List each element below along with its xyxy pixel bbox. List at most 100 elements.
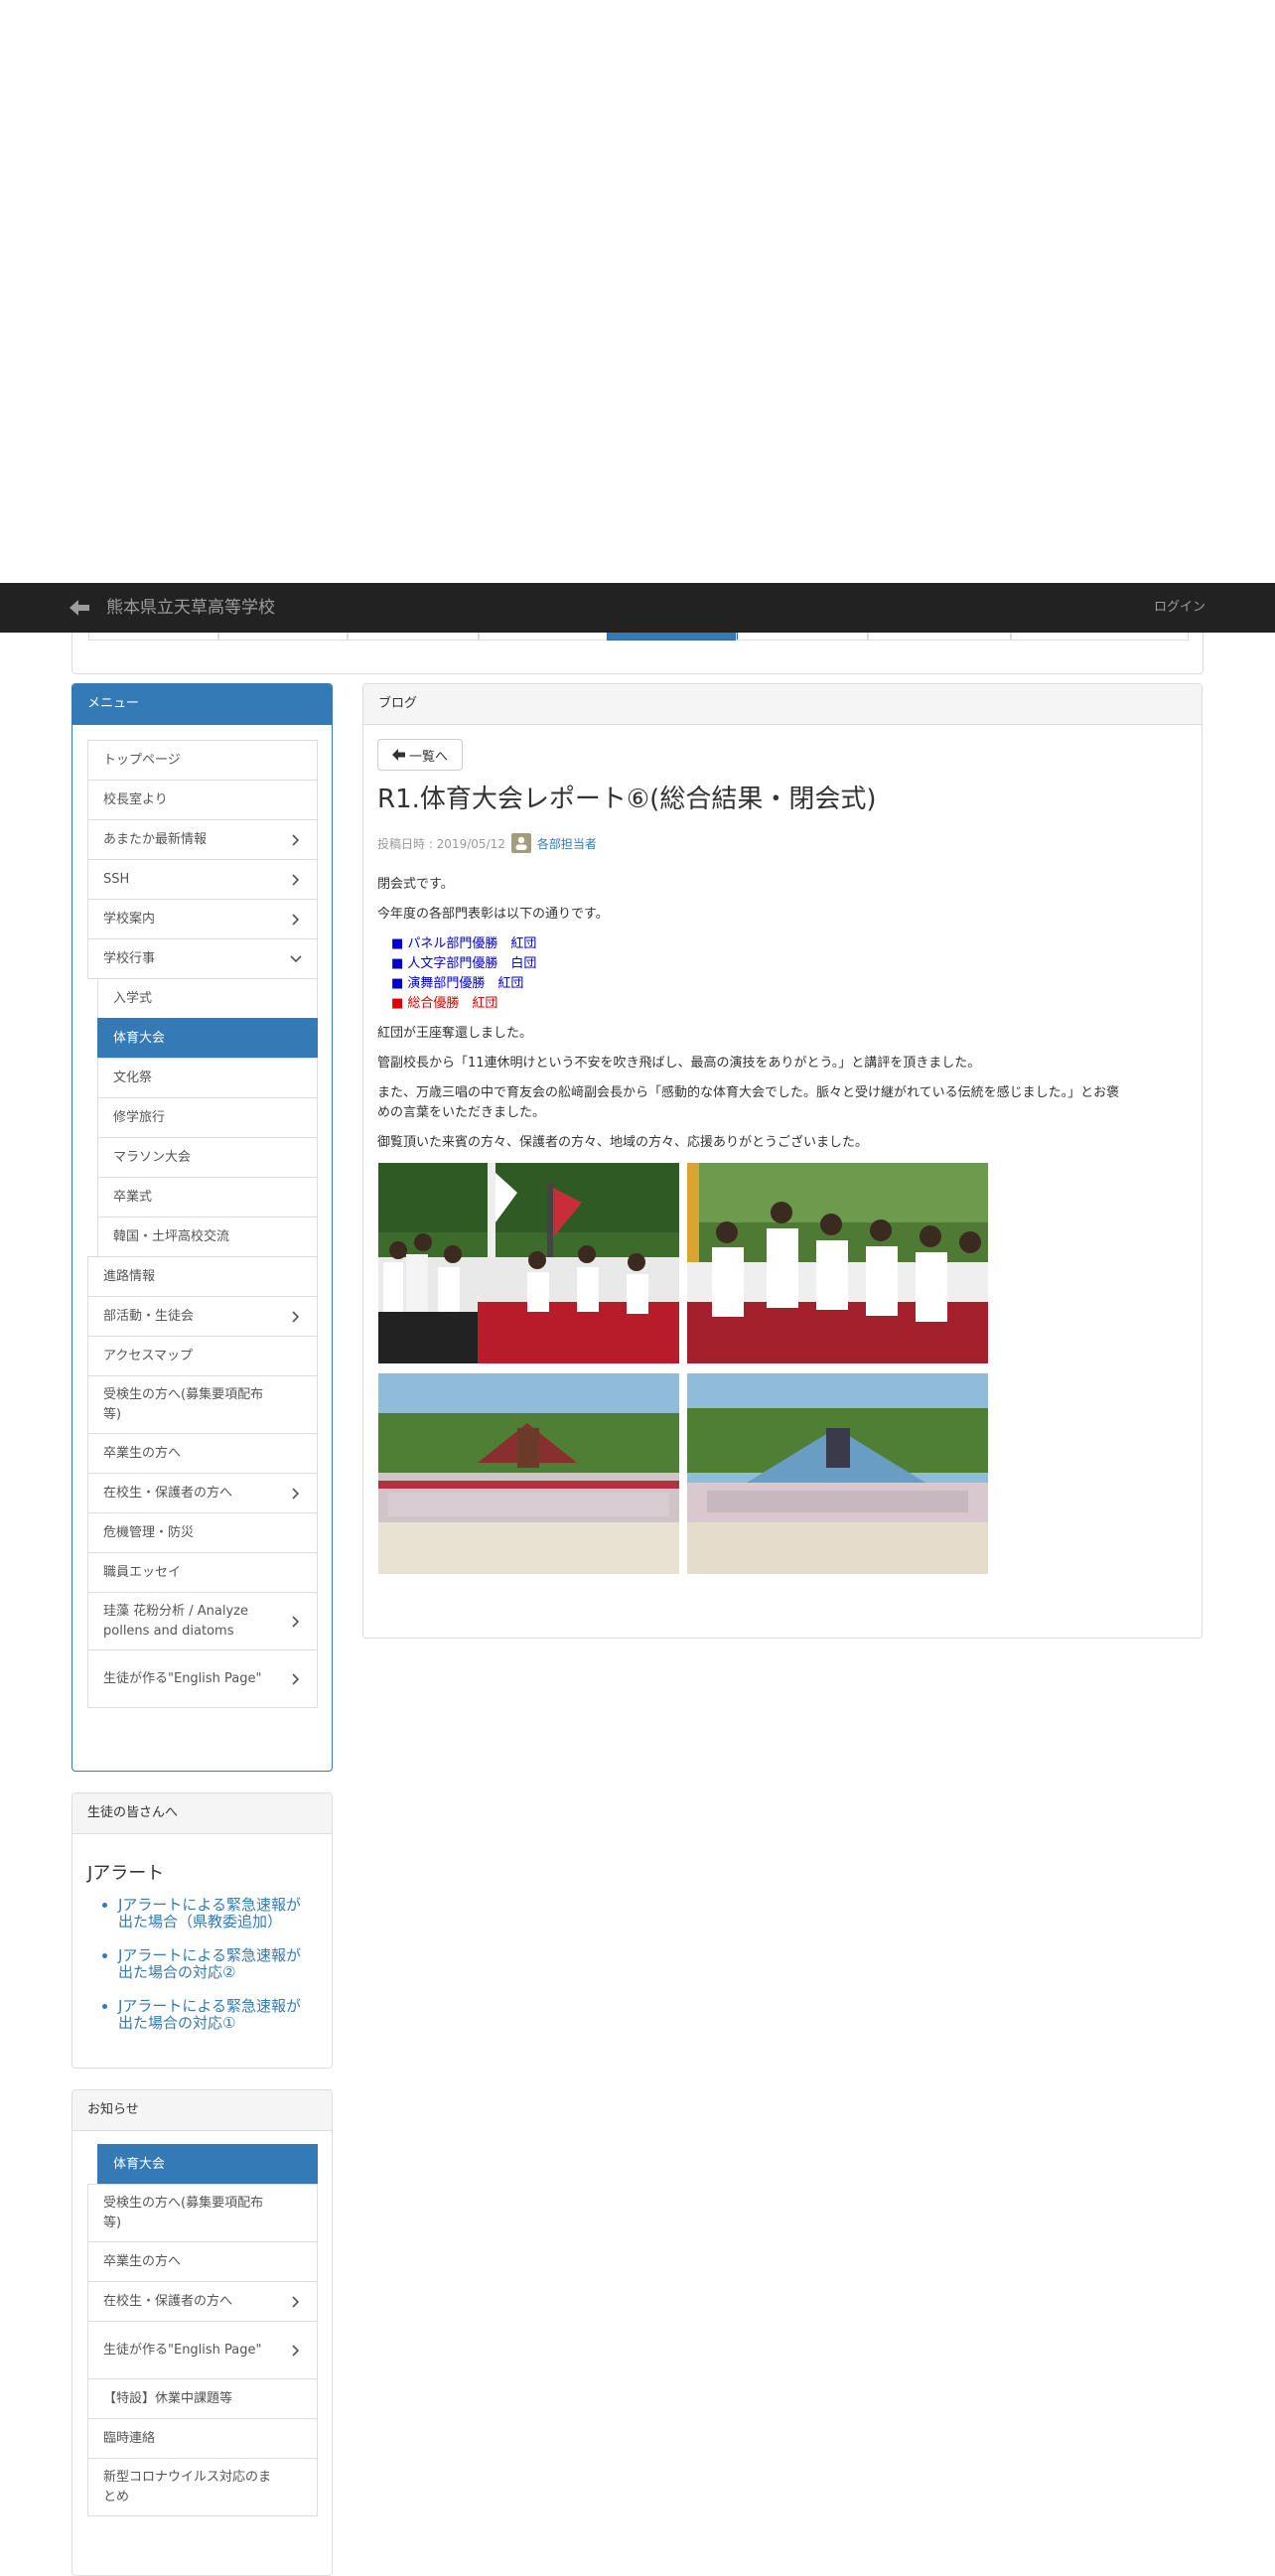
menu-item[interactable]: 韓国・土坪高校交流 — [97, 1216, 318, 1257]
menu-item-label: 韓国・土坪高校交流 — [113, 1228, 230, 1244]
back-to-list-button[interactable]: 一覧へ — [377, 739, 463, 771]
chevron-right-icon — [292, 873, 300, 886]
menu-item[interactable]: 珪藻 花粉分析 / Analyze pollens and diatoms — [87, 1592, 318, 1650]
author-link[interactable]: 各部担当者 — [537, 835, 597, 852]
menu-item-label: 入学式 — [113, 990, 153, 1006]
blog-paragraph: また、万歳三唱の中で育友会の舩﨑副会長から「感動的な体育大会でした。脈々と受け継… — [377, 1085, 1120, 1100]
site-title[interactable]: 熊本県立天草高等学校 — [106, 597, 275, 619]
j-alert-links: Jアラートによる緊急速報が出た場合（県教委追加） Jアラートによる緊急速報が出た… — [100, 1897, 309, 2049]
group-photo-2[interactable] — [687, 1373, 988, 1574]
menu-item[interactable]: 学校行事 — [87, 938, 318, 979]
news-panel: お知らせ 体育大会受検生の方へ(募集要項配布等) 卒業生の方へ在校生・保護者の方へ… — [71, 2089, 333, 2576]
menu-panel: メニュー トップページ校長室よりあまたか最新情報 SSH 学校案内学校行事入学式体育… — [71, 683, 333, 1772]
chevron-down-icon — [290, 954, 302, 962]
news-item[interactable]: 受検生の方へ(募集要項配布等) — [87, 2184, 318, 2242]
menu-item[interactable]: アクセスマップ — [87, 1336, 318, 1376]
news-item-label: 在校生・保護者の方へ — [103, 2293, 233, 2309]
menu-item-label: 進路情報 — [103, 1268, 156, 1284]
menu-item[interactable]: 文化祭 — [97, 1058, 318, 1098]
j-alert-link[interactable]: Jアラートによる緊急速報が出た場合（県教委追加） — [100, 1897, 309, 1931]
menu-item[interactable]: 体育大会 — [97, 1018, 318, 1059]
news-item[interactable]: 体育大会 — [97, 2144, 318, 2185]
group-photo-1[interactable] — [378, 1373, 679, 1574]
menu-item[interactable]: 在校生・保護者の方へ — [87, 1473, 318, 1513]
students-panel-heading: 生徒の皆さんへ — [72, 1793, 332, 1834]
back-arrow-icon[interactable] — [68, 597, 91, 619]
j-alert-link[interactable]: Jアラートによる緊急速報が出た場合の対応② — [100, 1947, 309, 1981]
menu-item[interactable]: 入学式 — [97, 978, 318, 1019]
news-item[interactable]: 新型コロナウイルス対応のまとめ — [87, 2458, 318, 2516]
posted-date: 投稿日時 : 2019/05/12 — [377, 836, 505, 851]
menu-item-label: 生徒が作る"English Page" — [103, 1670, 262, 1686]
news-item[interactable]: 臨時連絡 — [87, 2418, 318, 2459]
blog-paragraph: めの言葉をいただきました。 — [377, 1105, 546, 1120]
blog-paragraph: 紅団が王座奪還しました。 — [377, 1026, 533, 1041]
author-avatar-icon — [510, 833, 531, 853]
menu-item[interactable]: 受検生の方へ(募集要項配布等) — [87, 1375, 318, 1434]
students-panel: 生徒の皆さんへ Jアラート Jアラートによる緊急速報が出た場合（県教委追加） J… — [71, 1792, 333, 2069]
menu-item[interactable]: 進路情報 — [87, 1256, 318, 1297]
menu-item-label: 学校行事 — [103, 950, 156, 966]
chevron-right-icon — [292, 2344, 300, 2357]
menu-item-label: 文化祭 — [113, 1070, 153, 1085]
blog-title: R1.体育大会レポート⑥(総合結果・閉会式) — [377, 785, 877, 814]
menu-item-label: 修学旅行 — [113, 1109, 166, 1125]
chevron-right-icon — [292, 913, 300, 926]
news-panel-heading: お知らせ — [72, 2090, 332, 2131]
news-item-label: 【特設】休業中課題等 — [103, 2390, 233, 2406]
arrow-left-icon — [391, 749, 405, 761]
chevron-right-icon — [292, 833, 300, 846]
menu-item-label: マラソン大会 — [113, 1149, 192, 1165]
menu-item[interactable]: SSH — [87, 859, 318, 900]
menu-item[interactable]: あまたか最新情報 — [87, 819, 318, 860]
menu-item-label: トップページ — [103, 752, 181, 768]
news-item-label: 生徒が作る"English Page" — [103, 2342, 262, 2358]
red-team-photo[interactable] — [687, 1163, 988, 1363]
menu-item[interactable]: 部活動・生徒会 — [87, 1296, 318, 1337]
menu-item-label: 体育大会 — [113, 1030, 166, 1046]
menu-item[interactable]: 卒業式 — [97, 1177, 318, 1217]
news-item[interactable]: 【特設】休業中課題等 — [87, 2378, 318, 2419]
menu-item[interactable]: 校長室より — [87, 780, 318, 820]
menu-item-label: SSH — [103, 871, 130, 887]
j-alert-title: Jアラート — [87, 1863, 165, 1884]
menu-item[interactable]: 卒業生の方へ — [87, 1433, 318, 1474]
news-item-label: 体育大会 — [113, 2156, 166, 2172]
award-line: ■ 人文字部門優勝 白団 — [391, 956, 537, 971]
blog-paragraph: 今年度の各部門表彰は以下の通りです。 — [377, 907, 609, 922]
blog-paragraph: 管副校長から「11連休明けという不安を吹き飛ばし、最高の演技をありがとう。」と講… — [377, 1056, 981, 1071]
menu-item-label: 在校生・保護者の方へ — [103, 1485, 233, 1501]
news-item-label: 卒業生の方へ — [103, 2253, 182, 2269]
menu-item-label: 卒業生の方へ — [103, 1445, 182, 1461]
news-item[interactable]: 生徒が作る"English Page" — [87, 2321, 318, 2379]
blog-paragraph: 御覧頂いた来賓の方々、保護者の方々、地域の方々、応援ありがとうございました。 — [377, 1135, 869, 1150]
j-alert-link[interactable]: Jアラートによる緊急速報が出た場合の対応① — [100, 1998, 309, 2032]
chevron-right-icon — [292, 1672, 300, 1685]
news-item-label: 臨時連絡 — [103, 2430, 156, 2446]
closing-ceremony-photo[interactable] — [378, 1163, 679, 1363]
menu-item[interactable]: 学校案内 — [87, 899, 318, 939]
news-item-label: 新型コロナウイルス対応のまとめ — [103, 2469, 272, 2504]
news-item-label: 受検生の方へ(募集要項配布等) — [103, 2195, 264, 2230]
login-link[interactable]: ログイン — [1154, 599, 1205, 617]
menu-item[interactable]: 職員エッセイ — [87, 1552, 318, 1593]
blog-paragraph: 閉会式です。 — [377, 877, 454, 892]
menu-item-label: あまたか最新情報 — [103, 831, 208, 847]
news-item[interactable]: 在校生・保護者の方へ — [87, 2281, 318, 2322]
menu-item-label: アクセスマップ — [103, 1348, 193, 1363]
chevron-right-icon — [292, 1615, 300, 1628]
menu-item[interactable]: トップページ — [87, 740, 318, 781]
award-line: ■ 演舞部門優勝 紅団 — [391, 976, 524, 991]
menu-item-label: 危機管理・防災 — [103, 1524, 195, 1540]
post-meta: 投稿日時 : 2019/05/12 各部担当者 — [377, 833, 597, 853]
menu-item-label: 学校案内 — [103, 911, 156, 927]
menu-item[interactable]: 生徒が作る"English Page" — [87, 1649, 318, 1708]
menu-item[interactable]: 危機管理・防災 — [87, 1512, 318, 1553]
menu-item-label: 受検生の方へ(募集要項配布等) — [103, 1386, 264, 1422]
back-to-list-label: 一覧へ — [408, 749, 448, 765]
menu-item[interactable]: 修学旅行 — [97, 1097, 318, 1138]
menu-panel-heading: メニュー — [72, 684, 332, 725]
news-item[interactable]: 卒業生の方へ — [87, 2241, 318, 2282]
menu-list: トップページ校長室よりあまたか最新情報 SSH 学校案内学校行事入学式体育大会文化祭… — [87, 740, 318, 1708]
menu-item[interactable]: マラソン大会 — [97, 1137, 318, 1178]
